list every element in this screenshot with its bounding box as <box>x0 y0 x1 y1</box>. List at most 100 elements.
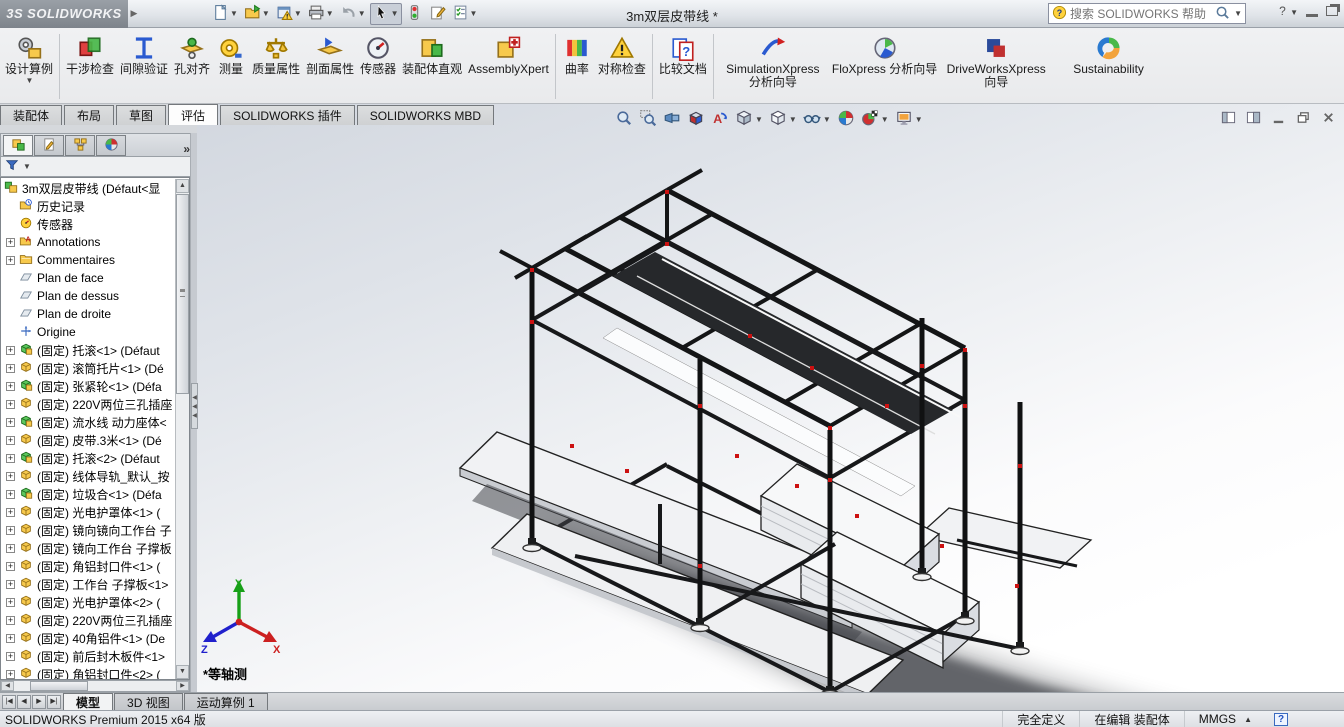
tree-filter-bar[interactable]: ▼ <box>0 157 197 177</box>
tree-item[interactable]: + (固定) 镜向工作台 子撑板 <box>1 539 175 557</box>
expand-icon[interactable]: + <box>6 417 15 427</box>
tree-item[interactable]: + (固定) 40角铝件<1> (De <box>1 629 175 647</box>
expand-icon[interactable]: + <box>6 633 15 643</box>
featuremanager-tab[interactable] <box>3 135 33 156</box>
view-settings-button[interactable]: ▼ <box>895 109 923 130</box>
tree-hscroll-thumb[interactable] <box>30 681 88 691</box>
expand-icon[interactable]: + <box>6 453 15 463</box>
tree-item[interactable]: + (固定) 220V两位三孔插座 <box>1 611 175 629</box>
minimize-button[interactable] <box>1306 13 1318 17</box>
tree-item[interactable]: + (固定) 托滚<1> (Défaut <box>1 341 175 359</box>
ribbon-button-curvature[interactable]: 曲率 <box>559 30 595 103</box>
tree-item[interactable]: 3m双层皮带线 (Défaut<显 <box>1 179 175 197</box>
bottom-tab-模型[interactable]: 模型 <box>63 693 114 710</box>
tree-item[interactable]: Plan de face <box>1 269 175 287</box>
ribbon-button-clearance-verification[interactable]: 间隙验证 <box>117 30 171 103</box>
filter-funnel-icon[interactable] <box>5 158 19 175</box>
search-dropdown-icon[interactable]: ▼ <box>1234 9 1242 18</box>
tree-item[interactable]: + (固定) 流水线 动力座体< <box>1 413 175 431</box>
expand-icon[interactable]: + <box>6 507 15 517</box>
ribbon-button-design-study[interactable]: 设计算例 ▼ <box>2 30 56 103</box>
expand-icon[interactable]: + <box>6 615 15 625</box>
expand-icon[interactable]: + <box>6 381 15 391</box>
tree-item[interactable]: + (固定) 托滚<2> (Défaut <box>1 449 175 467</box>
ribbon-button-sensors[interactable]: 传感器 <box>357 30 399 103</box>
search-box[interactable]: ? ▼ <box>1048 3 1246 24</box>
tree-item[interactable]: + (固定) 光电护罩体<2> ( <box>1 593 175 611</box>
ribbon-button-section-properties[interactable]: 剖面属性 <box>303 30 357 103</box>
tab-布局[interactable]: 布局 <box>64 105 115 125</box>
tree-item[interactable]: + (固定) 滚筒托片<1> (Dé <box>1 359 175 377</box>
expand-icon[interactable]: + <box>6 435 15 445</box>
undo-button[interactable]: ▼ <box>338 3 368 25</box>
model-3d-view[interactable] <box>197 104 1344 692</box>
new-document-button[interactable]: ▼ <box>210 3 240 25</box>
expand-icon[interactable]: + <box>6 471 15 481</box>
hide-show-items-button[interactable]: ▼ <box>803 109 831 130</box>
tree-item[interactable]: + (固定) 张紧轮<1> (Défa <box>1 377 175 395</box>
status-help-icon[interactable]: ? <box>1274 712 1288 726</box>
filter-dropdown-icon[interactable]: ▼ <box>23 162 31 171</box>
expand-icon[interactable]: + <box>6 651 15 661</box>
performance-button[interactable] <box>404 3 425 25</box>
doc-restore-button[interactable] <box>1296 110 1311 128</box>
ribbon-button-assembly-visualization[interactable]: 装配体直观 <box>399 30 465 103</box>
dropdown-caret-icon[interactable]: ▼ <box>326 9 334 18</box>
tree-item[interactable]: + (固定) 光电护罩体<1> ( <box>1 503 175 521</box>
dropdown-caret-icon[interactable]: ▼ <box>915 115 923 124</box>
expand-icon[interactable]: + <box>6 579 15 589</box>
options-button[interactable]: ▼ <box>450 3 480 25</box>
expand-icon[interactable]: + <box>6 597 15 607</box>
doc-close-button[interactable] <box>1321 110 1336 128</box>
tree-item[interactable]: + (固定) 皮带.3米<1> (Dé <box>1 431 175 449</box>
ribbon-button-driveworksxpress-wizard[interactable]: DriveWorksXpress 向导 <box>940 30 1052 103</box>
ribbon-button-compare-documents[interactable]: ? 比较文档 <box>656 30 710 103</box>
edit-note-button[interactable] <box>427 3 448 25</box>
dropdown-caret-icon[interactable]: ▼ <box>230 9 238 18</box>
tree-scroll-thumb[interactable] <box>176 194 189 394</box>
select-button[interactable]: ▼ <box>369 2 402 25</box>
expand-icon[interactable]: + <box>6 363 15 373</box>
tab-SOLIDWORKS 插件[interactable]: SOLIDWORKS 插件 <box>220 105 355 125</box>
save-button[interactable]: ▼ <box>274 3 304 25</box>
dropdown-caret-icon[interactable]: ▼ <box>358 9 366 18</box>
tree-item[interactable]: + (固定) 垃圾合<1> (Défa <box>1 485 175 503</box>
dropdown-caret-icon[interactable]: ▼ <box>789 115 797 124</box>
bottom-tab-3D 视图[interactable]: 3D 视图 <box>114 693 183 710</box>
tree-item[interactable]: 传感器 <box>1 215 175 233</box>
ribbon-button-measure[interactable]: 测量 <box>213 30 249 103</box>
tree-vertical-scrollbar[interactable]: ▲ ▼ <box>175 179 189 679</box>
tab-装配体[interactable]: 装配体 <box>0 105 63 125</box>
expand-icon[interactable]: + <box>6 543 15 553</box>
view-orientation-button[interactable]: ▼ <box>735 109 763 130</box>
tab-评估[interactable]: 评估 <box>168 104 219 125</box>
ribbon-button-floxpress-wizard[interactable]: FloXpress 分析向导 <box>829 30 940 103</box>
expand-icon[interactable]: + <box>6 345 15 355</box>
tree-item[interactable]: + Commentaires <box>1 251 175 269</box>
apply-scene-button[interactable]: ▼ <box>861 109 889 130</box>
section-view-button[interactable] <box>687 109 705 130</box>
ribbon-button-hole-alignment[interactable]: 孔对齐 <box>171 30 213 103</box>
dropdown-caret-icon[interactable]: ▼ <box>470 9 478 18</box>
ribbon-button-mass-properties[interactable]: 质量属性 <box>249 30 303 103</box>
tree-item[interactable]: + (固定) 220V两位三孔插座 <box>1 395 175 413</box>
expand-icon[interactable]: + <box>6 237 15 247</box>
tab-nav-first-icon[interactable]: |◀ <box>2 695 16 709</box>
tree-item[interactable]: Plan de droite <box>1 305 175 323</box>
expand-icon[interactable]: + <box>6 489 15 499</box>
scroll-down-icon[interactable]: ▼ <box>176 665 189 679</box>
tree-item[interactable]: + (固定) 镜向镜向工作台 子 <box>1 521 175 539</box>
tree-horizontal-scrollbar[interactable]: ◀ ▶ <box>0 680 190 692</box>
tree-item[interactable]: + (固定) 工作台 子撑板<1> <box>1 575 175 593</box>
status-units[interactable]: MMGS ▲ <box>1183 711 1274 727</box>
tab-SOLIDWORKS MBD[interactable]: SOLIDWORKS MBD <box>356 105 495 125</box>
tree-item[interactable]: + A Annotations <box>1 233 175 251</box>
tree-item[interactable]: 历史记录 <box>1 197 175 215</box>
panel-collapse-handle[interactable]: ◀ ◀ ◀ <box>191 383 198 429</box>
dropdown-caret-icon[interactable]: ▼ <box>262 9 270 18</box>
tab-nav-last-icon[interactable]: ▶| <box>47 695 61 709</box>
propertymanager-tab[interactable] <box>34 135 64 156</box>
tree-item[interactable]: + (固定) 前后封木板件<1> <box>1 647 175 665</box>
scroll-left-icon[interactable]: ◀ <box>1 681 14 691</box>
help-button[interactable]: ? ▼ <box>1279 4 1298 18</box>
